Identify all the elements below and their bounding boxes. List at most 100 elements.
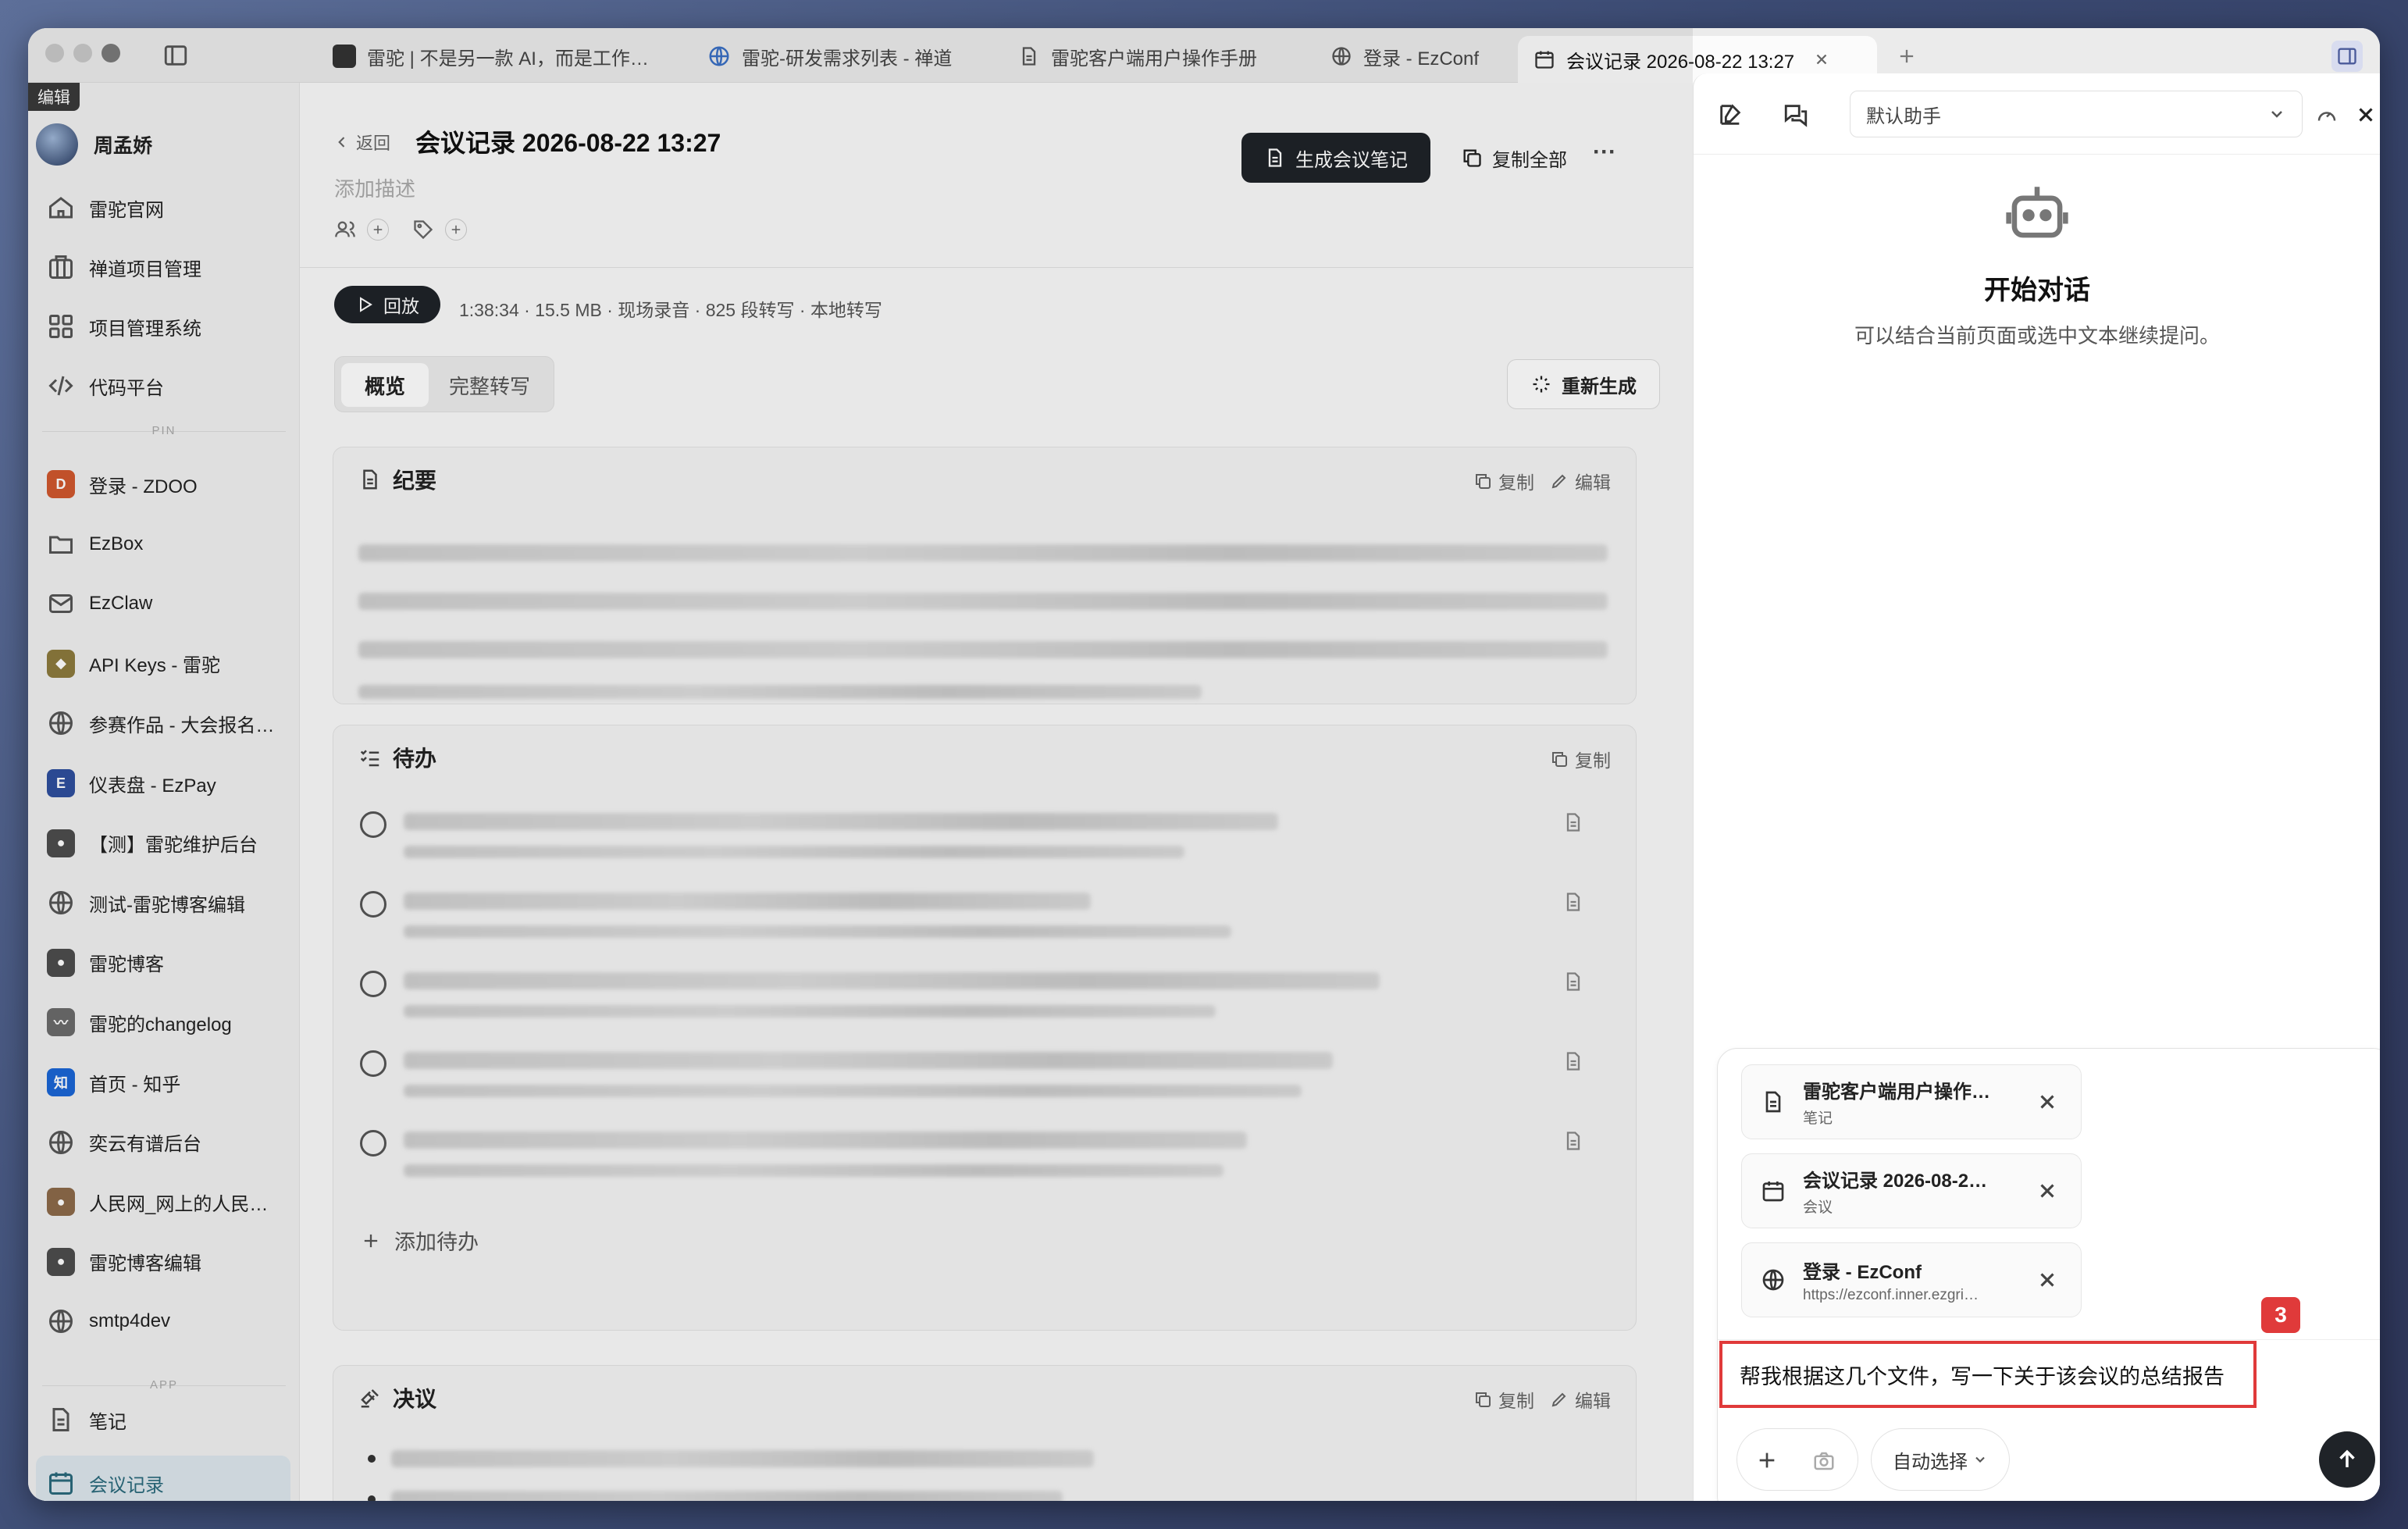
document-icon[interactable] — [1562, 971, 1584, 993]
attachment-chip[interactable]: 雷驼客户端用户操作… 笔记 — [1741, 1064, 2082, 1139]
panel-toggle-icon[interactable] — [2331, 41, 2363, 72]
sidebar-item-label: 雷驼的changelog — [89, 1014, 232, 1035]
todo-copy-button[interactable]: 复制 — [1550, 746, 1611, 772]
sidebar-pinned-item[interactable]: D 登录 - ZDOO — [36, 461, 290, 508]
checklist-icon — [358, 746, 382, 769]
edit-tag[interactable]: 编辑 — [28, 83, 80, 111]
decision-card: 决议 复制 编辑 — [333, 1365, 1637, 1501]
document-icon[interactable] — [1562, 1130, 1584, 1152]
attachment-chip[interactable]: 登录 - EzConf https://ezconf.inner.ezgri… — [1741, 1242, 2082, 1317]
blurred-text — [404, 925, 1231, 938]
add-todo-button[interactable]: 添加待办 — [360, 1225, 479, 1256]
sidebar-pinned-item[interactable]: smtp4dev — [36, 1298, 290, 1345]
sidebar-pinned-item[interactable]: ◆ API Keys - 雷驼 — [36, 640, 290, 687]
todo-checkbox[interactable] — [360, 1050, 386, 1077]
sidebar-pinned-item[interactable]: E 仪表盘 - EzPay — [36, 760, 290, 807]
blurred-text — [404, 972, 1380, 989]
blurred-text — [358, 685, 1202, 699]
copy-icon — [1473, 472, 1492, 490]
view-tabs: 概览 完整转写 — [334, 356, 554, 412]
add-tag-icon[interactable] — [445, 219, 467, 241]
sidebar-item-notes[interactable]: 笔记 — [36, 1396, 290, 1443]
people-icon[interactable] — [334, 219, 356, 241]
remove-attachment-icon[interactable] — [2036, 1090, 2059, 1114]
new-tab-icon[interactable] — [1896, 45, 1918, 67]
avatar-icon: ● — [47, 829, 75, 857]
arrow-up-icon — [2334, 1446, 2360, 1473]
sidebar-item-zentao[interactable]: 禅道项目管理 — [36, 244, 290, 290]
sidebar-item-website[interactable]: 雷驼官网 — [36, 184, 290, 231]
assistant-select[interactable]: 默认助手 — [1850, 91, 2303, 137]
tab-3[interactable]: 登录 - EzConf — [1315, 36, 1549, 77]
regenerate-button[interactable]: 重新生成 — [1507, 359, 1660, 409]
back-link[interactable]: 返回 — [334, 130, 390, 155]
document-icon[interactable] — [1562, 811, 1584, 833]
sidebar-toggle-icon[interactable] — [162, 42, 189, 69]
tab-0[interactable]: 雷驼 | 不是另一款 AI，而是工作… — [317, 36, 684, 77]
plus-icon[interactable] — [1754, 1448, 1779, 1473]
window-minimize-button[interactable] — [73, 44, 92, 62]
attachment-subtitle: 会议 — [1803, 1199, 1833, 1216]
close-tab-icon[interactable] — [1813, 51, 1830, 68]
app-window: 雷驼 | 不是另一款 AI，而是工作… 雷驼-研发需求列表 - 禅道 雷驼客户端… — [28, 28, 2380, 1501]
document-icon[interactable] — [1562, 891, 1584, 913]
sidebar-item-project[interactable]: 项目管理系统 — [36, 303, 290, 350]
sidebar-pinned-item[interactable]: 测试-雷驼博客编辑 — [36, 879, 290, 926]
generate-notes-button[interactable]: 生成会议笔记 — [1241, 133, 1430, 183]
camera-icon[interactable] — [1812, 1449, 1836, 1473]
sidebar-pinned-item[interactable]: ● 雷驼博客 — [36, 939, 290, 986]
sidebar-item-label: EzBox — [89, 533, 144, 554]
attachment-chip[interactable]: 会议记录 2026-08-2… 会议 — [1741, 1153, 2082, 1228]
remove-attachment-icon[interactable] — [2036, 1179, 2059, 1203]
sidebar-pinned-item[interactable]: 知首页 - 知乎 — [36, 1059, 290, 1106]
chevron-down-icon — [2267, 105, 2286, 123]
sidebar-pinned-item[interactable]: ● 人民网_网上的人民… — [36, 1178, 290, 1225]
sidebar-item-meetings[interactable]: 会议记录 — [36, 1456, 290, 1501]
tab-overview[interactable]: 概览 — [341, 363, 429, 407]
sidebar-item-code[interactable]: 代码平台 — [36, 362, 290, 409]
tag-icon[interactable] — [412, 219, 434, 241]
sidebar-pinned-item[interactable]: 参赛作品 - 大会报名… — [36, 700, 290, 747]
description-input[interactable]: 添加描述 — [334, 173, 415, 202]
todo-checkbox[interactable] — [360, 891, 386, 918]
sidebar-pinned-item[interactable]: EzBox — [36, 521, 290, 568]
remove-attachment-icon[interactable] — [2036, 1268, 2059, 1292]
tab-1[interactable]: 雷驼-研发需求列表 - 禅道 — [692, 36, 996, 77]
add-person-icon[interactable] — [367, 219, 389, 241]
decision-edit-button[interactable]: 编辑 — [1550, 1386, 1611, 1413]
sidebar-pinned-item[interactable]: 奕云有谱后台 — [36, 1119, 290, 1166]
blurred-text — [404, 893, 1091, 910]
gauge-icon[interactable] — [2315, 103, 2339, 127]
send-button[interactable] — [2319, 1431, 2375, 1488]
window-close-button[interactable] — [45, 44, 64, 62]
pencil-icon — [1550, 472, 1569, 490]
todo-header: 待办 — [333, 725, 1636, 789]
tab-transcript[interactable]: 完整转写 — [435, 363, 544, 407]
calendar-icon — [1533, 48, 1555, 70]
sidebar-pinned-item[interactable]: 〰雷驼的changelog — [36, 999, 290, 1046]
sidebar-pinned-item[interactable]: ● 雷驼博客编辑 — [36, 1239, 290, 1285]
summary-edit-button[interactable]: 编辑 — [1550, 468, 1611, 494]
playback-button[interactable]: 回放 — [334, 286, 440, 323]
new-chat-icon[interactable] — [1717, 102, 1744, 128]
tab-2[interactable]: 雷驼客户端用户操作手册 — [1003, 36, 1307, 77]
todo-checkbox[interactable] — [360, 1130, 386, 1157]
sidebar-pinned-item[interactable]: EzClaw — [36, 580, 290, 627]
sidebar-pinned-item[interactable]: ● 【测】雷驼维护后台 — [36, 820, 290, 867]
document-icon[interactable] — [1562, 1050, 1584, 1072]
decision-copy-button[interactable]: 复制 — [1473, 1386, 1534, 1413]
app-label: APP — [149, 1378, 178, 1392]
window-zoom-button[interactable] — [102, 44, 120, 62]
notes-icon — [47, 1406, 75, 1434]
more-button[interactable]: ··· — [1593, 139, 1616, 166]
user-profile[interactable]: 周孟娇 — [36, 123, 152, 166]
todo-checkbox[interactable] — [360, 971, 386, 997]
chat-history-icon[interactable] — [1783, 102, 1809, 128]
summary-copy-button[interactable]: 复制 — [1473, 468, 1534, 494]
blurred-text — [404, 1085, 1302, 1097]
copy-all-button[interactable]: 复制全部 — [1448, 133, 1580, 183]
model-select[interactable]: 自动选择 — [1871, 1428, 2010, 1491]
close-icon[interactable] — [2354, 103, 2378, 127]
message-input[interactable]: 帮我根据这几个文件，写一下关于该会议的总结报告 — [1719, 1341, 2257, 1408]
todo-checkbox[interactable] — [360, 811, 386, 838]
